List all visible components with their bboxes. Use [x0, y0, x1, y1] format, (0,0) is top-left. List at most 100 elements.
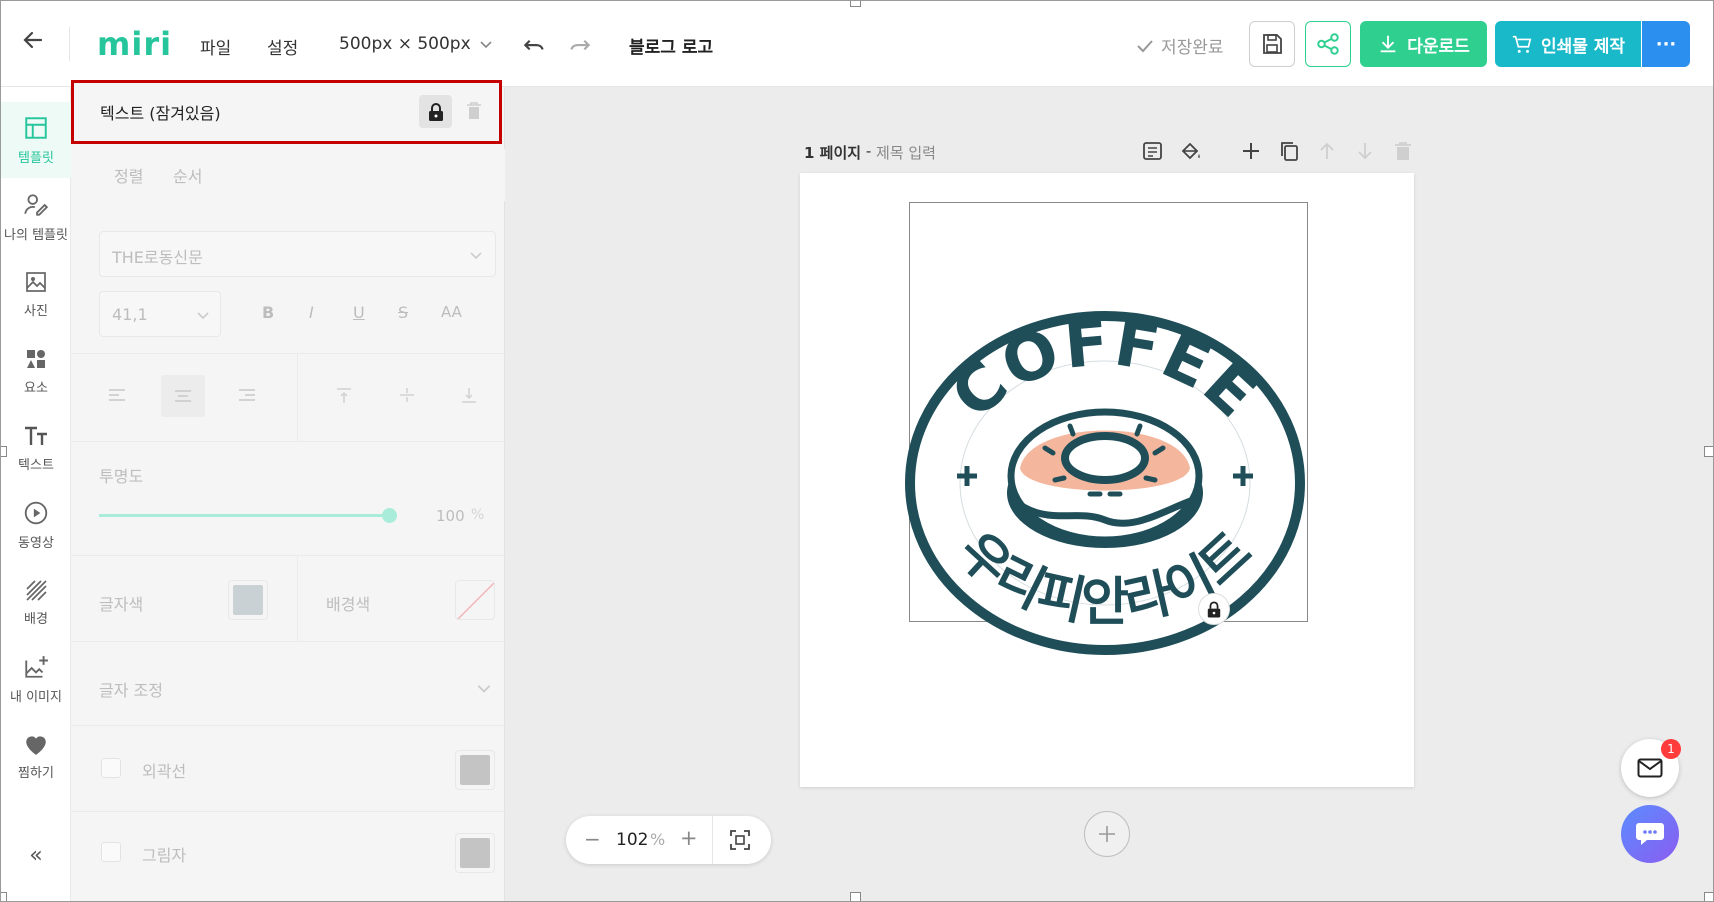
double-chevron-left-icon: « [29, 842, 43, 868]
text-color-label: 글자색 [99, 595, 144, 614]
font-size-select[interactable]: 41,1 [99, 291, 221, 337]
undo-button[interactable] [521, 31, 547, 57]
align-right-button[interactable] [227, 375, 267, 415]
page-title-input[interactable]: 제목 입력 [876, 142, 936, 163]
sidebar-item-background[interactable]: 배경 [1, 564, 71, 640]
top-toolbar: miri 파일 설정 500px × 500px 블로그 로고 저장완료 다운로… [1, 1, 1713, 87]
resize-handle-left[interactable] [1, 446, 7, 457]
more-options-button[interactable]: ··· [1642, 21, 1690, 67]
move-down-icon[interactable] [1353, 139, 1377, 163]
bold-button[interactable]: B [262, 303, 274, 322]
align-right-icon [239, 389, 255, 401]
resize-handle-top[interactable] [850, 1, 861, 7]
save-button[interactable] [1249, 21, 1295, 67]
delete-page-icon[interactable] [1391, 139, 1415, 163]
redo-icon [570, 39, 591, 51]
share-button[interactable] [1305, 21, 1351, 67]
chevron-down-icon [480, 41, 492, 49]
back-button[interactable] [21, 28, 45, 52]
opacity-label: 투명도 [99, 467, 144, 486]
opacity-slider-handle[interactable] [382, 508, 397, 523]
menu-file[interactable]: 파일 [200, 34, 231, 59]
outline-color-swatch[interactable] [455, 750, 495, 790]
note-icon[interactable] [1141, 139, 1165, 163]
align-center-button[interactable] [161, 375, 205, 417]
size-dropdown[interactable]: 500px × 500px [339, 34, 493, 54]
text-case-button[interactable]: AA [441, 303, 462, 321]
sidebar-label: 나의 템플릿 [4, 227, 68, 243]
outline-label: 외곽선 [142, 762, 187, 781]
valign-bottom-button[interactable] [449, 375, 489, 415]
resize-handle-bottom-right[interactable] [1704, 892, 1713, 901]
add-page-button[interactable] [1084, 811, 1130, 857]
sidebar-item-photo[interactable]: 사진 [1, 256, 71, 332]
sidebar-item-favorites[interactable]: 찜하기 [1, 718, 71, 794]
bg-color-swatch[interactable] [455, 580, 495, 620]
move-up-icon[interactable] [1315, 139, 1339, 163]
sidebar-label: 사진 [24, 303, 48, 319]
tab-order[interactable]: 순서 [173, 163, 202, 187]
sidebar-item-my-image[interactable]: 내 이미지 [1, 641, 71, 717]
floppy-disk-icon [1263, 34, 1282, 54]
my-image-icon [25, 655, 48, 678]
shadow-color-swatch[interactable] [455, 833, 495, 873]
document-title[interactable]: 블로그 로고 [629, 33, 713, 58]
chevron-down-icon [197, 312, 209, 320]
chevron-down-icon[interactable] [476, 680, 492, 696]
sidebar-label: 텍스트 [18, 457, 54, 473]
print-order-button[interactable]: 인쇄물 제작 [1495, 21, 1641, 67]
panel-header-title: 텍스트 (잠겨있음) [100, 104, 221, 123]
add-page-icon[interactable] [1239, 139, 1263, 163]
message-button[interactable]: 1 [1621, 739, 1681, 797]
menu-settings[interactable]: 설정 [267, 34, 298, 59]
sidebar-item-text[interactable]: 텍스트 [1, 410, 71, 486]
italic-button[interactable]: I [309, 303, 314, 322]
strikethrough-button[interactable]: S [398, 303, 408, 322]
chat-button[interactable] [1621, 805, 1679, 863]
text-adjust-label[interactable]: 글자 조정 [99, 677, 163, 701]
resize-handle-bottom[interactable] [850, 892, 861, 901]
fit-screen-icon[interactable] [729, 829, 751, 851]
sidebar-item-video[interactable]: 동영상 [1, 487, 71, 563]
shadow-checkbox[interactable] [101, 842, 121, 862]
size-label: 500px × 500px [339, 34, 471, 54]
save-status: 저장완료 [1135, 33, 1224, 58]
valign-middle-icon [400, 388, 414, 402]
coffee-donut-logo[interactable]: COFFEE 우리피안라이트 [905, 308, 1305, 658]
redo-button[interactable] [567, 31, 593, 57]
valign-middle-button[interactable] [387, 375, 427, 415]
download-icon [1380, 35, 1396, 53]
sidebar-item-elements[interactable]: 요소 [1, 333, 71, 409]
paint-bucket-icon[interactable] [1179, 139, 1203, 163]
sidebar-collapse-button[interactable]: « [1, 817, 71, 893]
text-icon [25, 426, 47, 445]
outline-checkbox[interactable] [101, 758, 121, 778]
delete-element-button[interactable] [460, 97, 488, 125]
lock-icon [428, 102, 443, 121]
opacity-slider-track[interactable] [99, 508, 397, 523]
align-left-button[interactable] [97, 375, 137, 415]
zoom-in-button[interactable]: + [680, 826, 698, 850]
zoom-value[interactable]: 102 [616, 830, 648, 850]
download-button[interactable]: 다운로드 [1360, 21, 1487, 67]
sidebar-item-my-template[interactable]: 나의 템플릿 [1, 179, 71, 255]
app-logo[interactable]: miri [97, 25, 172, 63]
zoom-out-button[interactable]: − [584, 827, 601, 851]
font-select[interactable]: THE로동신문 [99, 231, 496, 277]
template-icon [25, 116, 47, 139]
video-icon [24, 501, 48, 524]
sidebar-item-template[interactable]: 템플릿 [1, 102, 71, 178]
tab-align[interactable]: 정렬 [114, 163, 143, 187]
download-label: 다운로드 [1407, 36, 1470, 57]
design-page[interactable]: COFFEE 우리피안라이트 [800, 173, 1414, 787]
copy-page-icon[interactable] [1277, 139, 1301, 163]
unlock-button[interactable] [419, 95, 452, 128]
element-lock-indicator[interactable] [1198, 593, 1230, 625]
resize-handle-right[interactable] [1704, 446, 1713, 457]
valign-top-button[interactable] [324, 375, 364, 415]
opacity-value[interactable]: 100 [436, 507, 465, 525]
resize-handle-bottom-left[interactable] [1, 892, 7, 901]
underline-button[interactable]: U [353, 303, 365, 322]
my-template-icon [24, 193, 49, 216]
text-color-swatch[interactable] [228, 580, 268, 620]
